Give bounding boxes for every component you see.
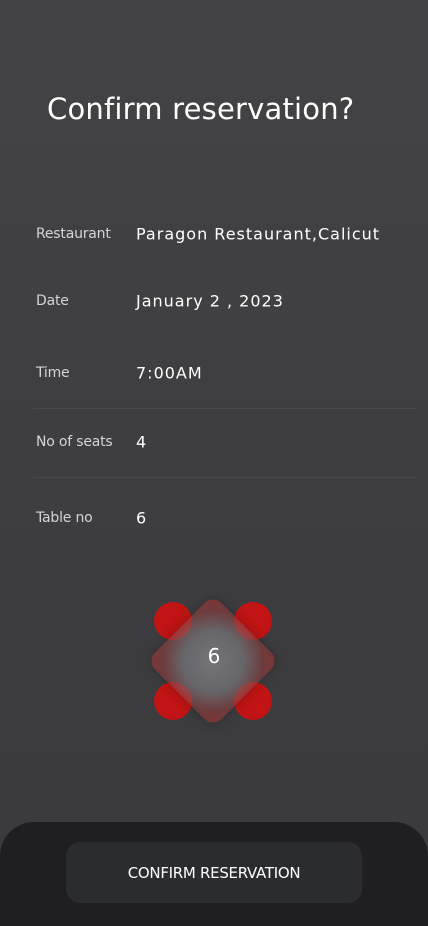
divider [33, 408, 416, 409]
table-graphic: 6 [146, 594, 282, 730]
detail-row-date: Date January 2 , 2023 [36, 286, 416, 316]
table-label: Table no [36, 510, 93, 526]
page-title: Confirm reservation? [47, 92, 355, 126]
detail-row-time: Time 7:00AM [36, 358, 416, 388]
detail-row-table: Table no 6 [36, 503, 416, 533]
time-label: Time [36, 365, 70, 381]
time-value: 7:00AM [136, 363, 203, 383]
restaurant-label: Restaurant [36, 226, 111, 242]
divider [33, 477, 416, 478]
restaurant-value: Paragon Restaurant,Calicut [136, 224, 381, 244]
seats-value: 4 [136, 432, 148, 452]
reservation-confirm-screen: Confirm reservation? Restaurant Paragon … [0, 0, 428, 926]
table-number: 6 [207, 644, 221, 668]
confirm-reservation-button[interactable]: CONFIRM RESERVATION [66, 842, 362, 903]
detail-row-seats: No of seats 4 [36, 427, 416, 457]
seats-label: No of seats [36, 434, 113, 450]
bottom-sheet: CONFIRM RESERVATION [0, 822, 428, 926]
date-label: Date [36, 293, 69, 309]
table-value: 6 [136, 508, 148, 528]
detail-row-restaurant: Restaurant Paragon Restaurant,Calicut [36, 219, 416, 249]
date-value: January 2 , 2023 [136, 291, 284, 311]
